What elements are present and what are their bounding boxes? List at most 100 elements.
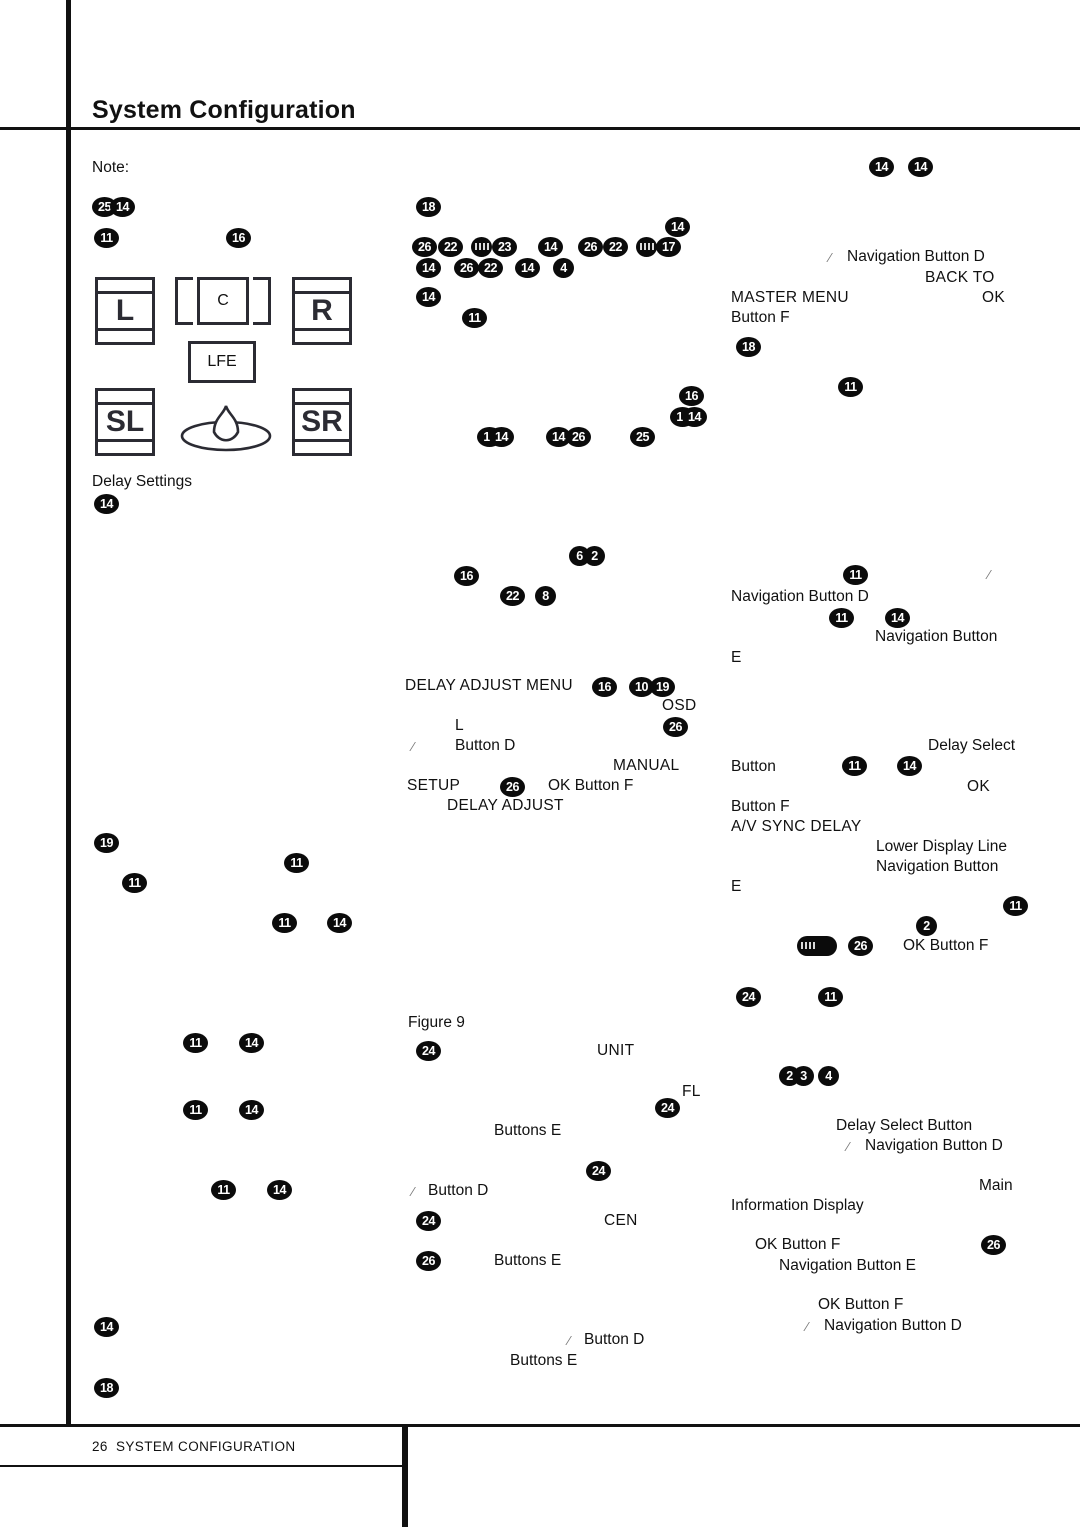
text-button-d-2: Button D bbox=[428, 1182, 489, 1199]
speaker-label-right: R bbox=[311, 294, 333, 327]
text-nav-button-d-1: Navigation Button D bbox=[847, 248, 985, 265]
callout-badge: 14 bbox=[416, 287, 441, 307]
text-buttons-e-2: Buttons E bbox=[494, 1252, 562, 1269]
text-back-to: BACK TO bbox=[925, 269, 995, 286]
text-nav-button-d-3: Navigation Button D bbox=[865, 1137, 1003, 1154]
speaker-label-lfe: LFE bbox=[207, 353, 237, 370]
speaker-cap-bottom bbox=[95, 442, 155, 456]
text-fl: FL bbox=[682, 1083, 701, 1100]
text-setup: SETUP bbox=[407, 777, 461, 794]
text-main: Main bbox=[979, 1177, 1013, 1194]
callout-badge: 23 bbox=[492, 237, 517, 257]
speaker-cap-bottom bbox=[292, 331, 352, 345]
callout-badge: 4 bbox=[818, 1066, 839, 1086]
center-wing-left bbox=[175, 277, 193, 325]
slash-glyph: ⁄ bbox=[806, 1319, 809, 1334]
callout-badge: 8 bbox=[535, 586, 556, 606]
callout-badge: 14 bbox=[885, 608, 910, 628]
text-buttons-e-1: Buttons E bbox=[494, 1122, 562, 1139]
figure-label: Figure 9 bbox=[408, 1014, 465, 1031]
text-ok-button-f-1: OK Button F bbox=[548, 777, 634, 794]
callout-badge: 11 bbox=[1003, 896, 1028, 916]
callout-badge: 18 bbox=[416, 197, 441, 217]
page-bottom-rule bbox=[402, 1424, 408, 1527]
text-ok-button-f-2: OK Button F bbox=[903, 937, 989, 954]
callout-badge: 26 bbox=[848, 936, 873, 956]
callout-badge: 26 bbox=[981, 1235, 1006, 1255]
callout-badge: 11 bbox=[211, 1180, 236, 1200]
callout-badge: 14 bbox=[908, 157, 933, 177]
callout-badge: 19 bbox=[650, 677, 675, 697]
slash-glyph: ⁄ bbox=[412, 739, 415, 754]
speaker-box-surround-left: SL bbox=[95, 388, 155, 456]
callout-badge: 11 bbox=[843, 565, 868, 585]
callout-badge: 26 bbox=[500, 777, 525, 797]
callout-badge: 26 bbox=[454, 258, 479, 278]
callout-badge: 26 bbox=[566, 427, 591, 447]
callout-badge: 11 bbox=[462, 308, 487, 328]
speaker-label-center: C bbox=[217, 292, 229, 309]
footer-section-label: SYSTEM CONFIGURATION bbox=[116, 1439, 296, 1454]
callout-badge: 11 bbox=[122, 873, 147, 893]
callout-badge: 11 bbox=[838, 377, 863, 397]
callout-badge: 11 bbox=[94, 228, 119, 248]
footer-page-number: 26 bbox=[92, 1439, 108, 1454]
callout-badge: 24 bbox=[655, 1098, 680, 1118]
text-nav-button-3: Navigation Button bbox=[876, 858, 999, 875]
text-nav-button-e: Navigation Button E bbox=[779, 1257, 917, 1274]
speaker-box-center: C bbox=[175, 277, 271, 325]
callout-badge: 24 bbox=[416, 1041, 441, 1061]
callout-badge: 22 bbox=[603, 237, 628, 257]
callout-badge: 19 bbox=[94, 833, 119, 853]
speaker-cap-top bbox=[95, 277, 155, 291]
callout-badge: 22 bbox=[478, 258, 503, 278]
speaker-box-right: R bbox=[292, 277, 352, 345]
speaker-body: SL bbox=[95, 402, 155, 442]
callout-badge: 24 bbox=[416, 1211, 441, 1231]
manual-page: System Configuration Note: L C R LFE SL … bbox=[0, 0, 1080, 1527]
speaker-body: L bbox=[95, 291, 155, 331]
text-e-1: E bbox=[731, 649, 742, 666]
text-buttons-e-3: Buttons E bbox=[510, 1352, 578, 1369]
text-e-2: E bbox=[731, 878, 742, 895]
callout-badge: 17 bbox=[656, 237, 681, 257]
text-information-display: Information Display bbox=[731, 1197, 864, 1214]
callout-badge: 11 bbox=[818, 987, 843, 1007]
callout-badge: 25 bbox=[630, 427, 655, 447]
speaker-box-lfe: LFE bbox=[188, 341, 256, 383]
callout-badge: 14 bbox=[489, 427, 514, 447]
text-av-sync-delay: A/V SYNC DELAY bbox=[731, 818, 862, 835]
speaker-cap-top bbox=[292, 277, 352, 291]
text-master-menu: MASTER MENU bbox=[731, 289, 849, 306]
slash-glyph: ⁄ bbox=[568, 1333, 571, 1348]
callout-badge: 14 bbox=[416, 258, 441, 278]
page-left-rule bbox=[66, 0, 71, 1427]
text-delay-adjust-menu: DELAY ADJUST MENU bbox=[405, 677, 573, 694]
text-ok-button-f-4: OK Button F bbox=[818, 1296, 904, 1313]
callout-badge: 14 bbox=[897, 756, 922, 776]
speaker-box-surround-right: SR bbox=[292, 388, 352, 456]
callout-badge: 14 bbox=[239, 1100, 264, 1120]
callout-badge: 14 bbox=[94, 494, 119, 514]
text-manual: MANUAL bbox=[613, 757, 680, 774]
callout-badge: 24 bbox=[586, 1161, 611, 1181]
callout-badge: 22 bbox=[438, 237, 463, 257]
callout-badge bbox=[797, 936, 837, 956]
page-title: System Configuration bbox=[92, 96, 356, 124]
slash-glyph: ⁄ bbox=[412, 1184, 415, 1199]
callout-badge: 14 bbox=[869, 157, 894, 177]
text-nav-button-2: Navigation Button bbox=[875, 628, 998, 645]
slash-glyph: ⁄ bbox=[847, 1139, 850, 1154]
text-lower-display-line: Lower Display Line bbox=[876, 838, 1007, 855]
text-delay-select: Delay Select bbox=[928, 737, 1016, 754]
text-cen: CEN bbox=[604, 1212, 638, 1229]
callout-badge: 11 bbox=[842, 756, 867, 776]
slash-glyph: ⁄ bbox=[988, 567, 991, 582]
callout-badge: 14 bbox=[239, 1033, 264, 1053]
callout-badge: 18 bbox=[94, 1378, 119, 1398]
text-ok-2: OK bbox=[967, 778, 990, 795]
callout-badge: 16 bbox=[679, 386, 704, 406]
callout-badge: 22 bbox=[500, 586, 525, 606]
text-unit: UNIT bbox=[597, 1042, 635, 1059]
callout-badge: 11 bbox=[183, 1033, 208, 1053]
